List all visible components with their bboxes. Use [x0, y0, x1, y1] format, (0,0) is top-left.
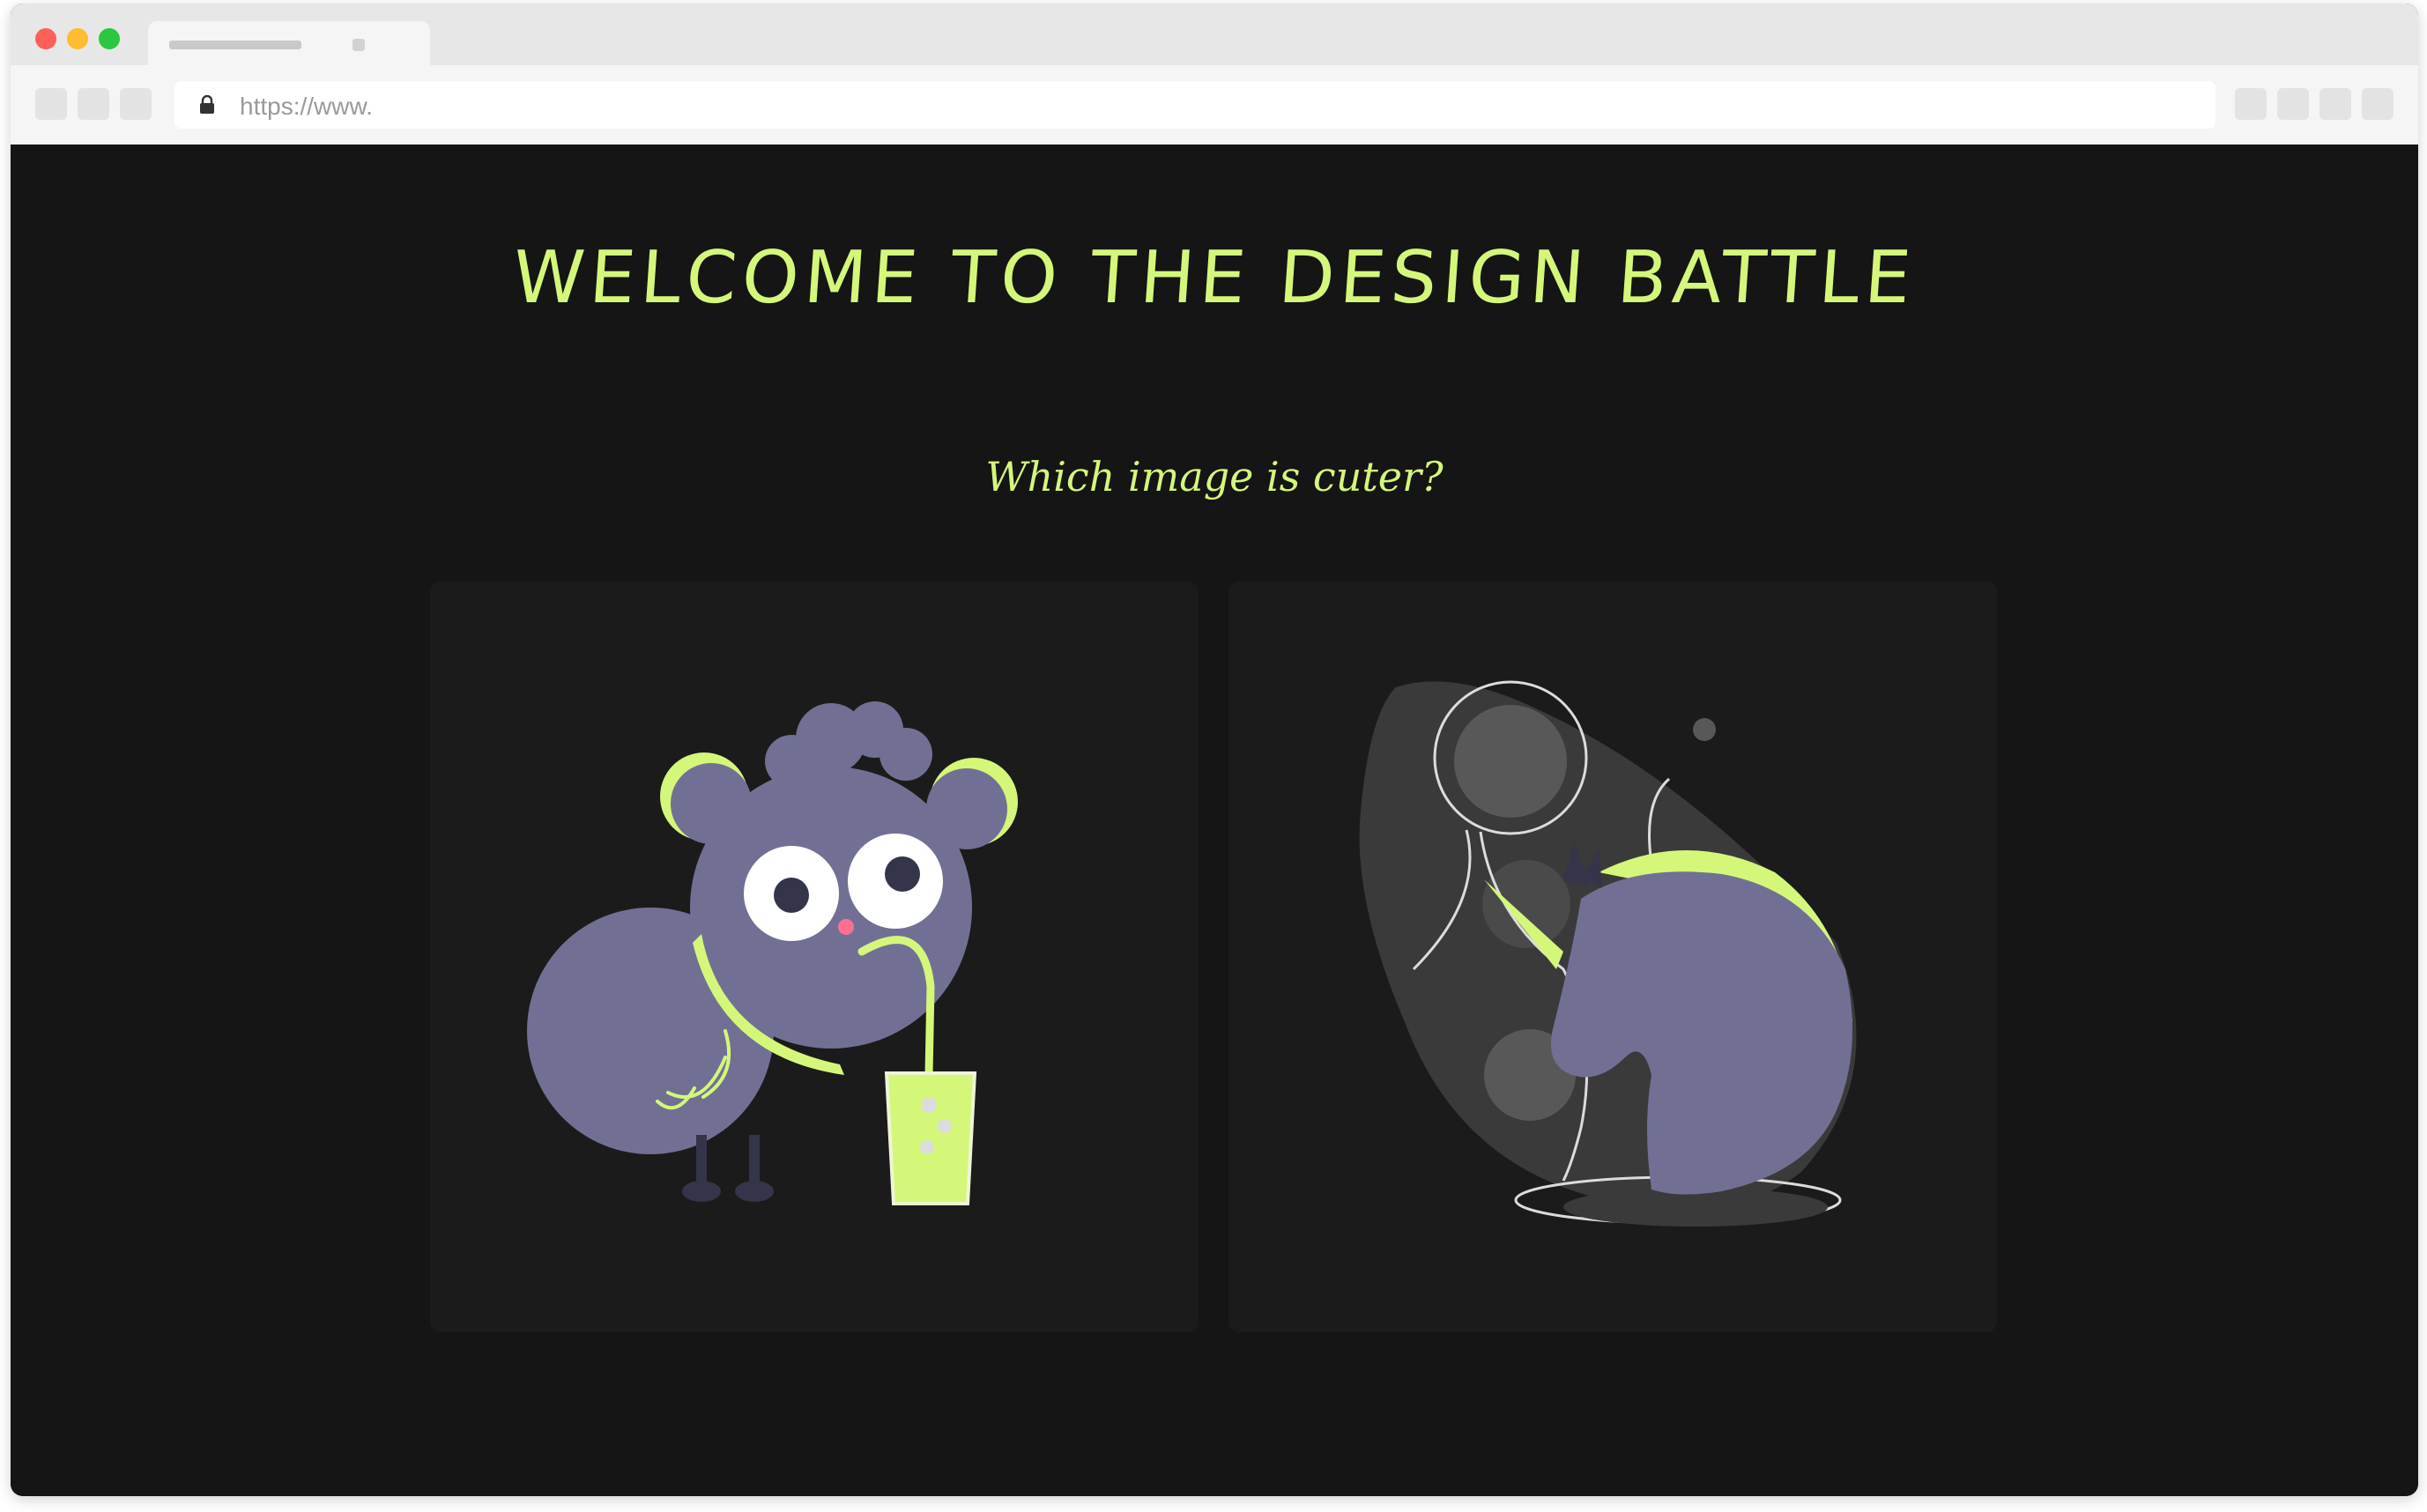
reload-button[interactable] — [120, 88, 152, 120]
title-bar — [11, 4, 2418, 65]
page-content: WELCOME TO THE DESIGN BATTLE Which image… — [11, 145, 2418, 1496]
back-button[interactable] — [35, 88, 67, 120]
option-card-right[interactable] — [1228, 582, 1997, 1332]
lock-icon — [200, 95, 214, 114]
unicorn-icon — [1359, 680, 1857, 1227]
maximize-window-button[interactable] — [99, 28, 120, 49]
new-tab-button[interactable] — [391, 28, 421, 58]
address-bar[interactable]: https://www. — [174, 81, 2215, 129]
menu-button[interactable] — [2362, 88, 2394, 120]
creature-drinking-icon — [527, 701, 1018, 1205]
extension-button-3[interactable] — [2319, 88, 2351, 120]
extension-button-2[interactable] — [2277, 88, 2309, 120]
browser-toolbar: https://www. — [11, 65, 2418, 145]
option-card-left[interactable] — [430, 582, 1199, 1332]
browser-window: https://www. WELCOME TO THE DESIGN BATTL… — [11, 4, 2418, 1496]
forward-button[interactable] — [78, 88, 109, 120]
minimize-window-button[interactable] — [67, 28, 88, 49]
extension-button-1[interactable] — [2235, 88, 2267, 120]
tab-title-placeholder — [169, 41, 301, 49]
url-text: https://www. — [240, 93, 373, 120]
tab-close-icon[interactable] — [353, 39, 365, 51]
page-title: WELCOME TO THE DESIGN BATTLE — [509, 236, 1919, 320]
close-window-button[interactable] — [35, 28, 56, 49]
browser-tab[interactable] — [148, 21, 430, 65]
battle-question: Which image is cuter? — [985, 453, 1444, 500]
